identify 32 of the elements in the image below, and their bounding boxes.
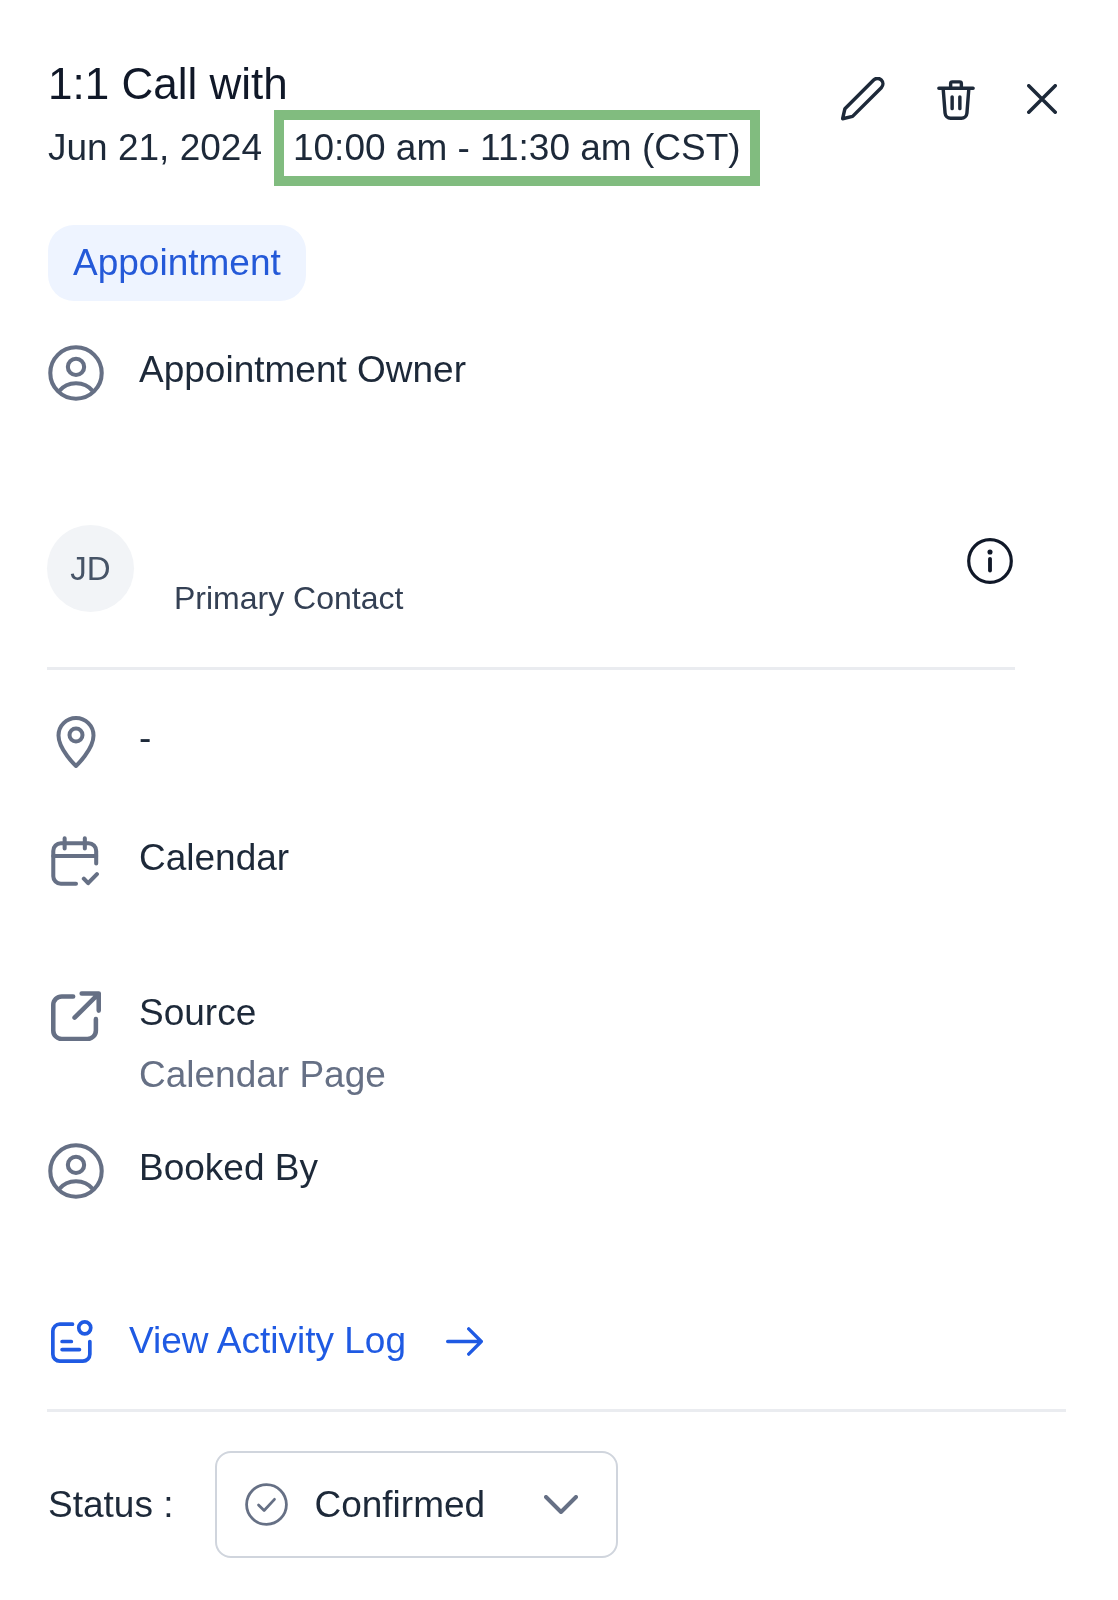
status-label: Status : xyxy=(48,1482,174,1527)
pencil-icon xyxy=(841,77,885,121)
detail-label: Calendar xyxy=(139,836,290,880)
event-date: Jun 21, 2024 xyxy=(48,126,262,170)
arrow-right-icon xyxy=(445,1326,483,1356)
notes-icon xyxy=(51,1319,94,1363)
avatar-initials: JD xyxy=(47,525,134,612)
detail-label: Booked By xyxy=(139,1146,318,1190)
close-button[interactable] xyxy=(1027,84,1057,114)
detail-label: Source xyxy=(139,991,257,1035)
calendar-check-icon xyxy=(50,836,102,886)
trash-icon xyxy=(937,78,975,120)
close-icon xyxy=(1027,84,1057,114)
map-pin-icon xyxy=(56,714,96,768)
activity-log-link[interactable]: View Activity Log xyxy=(51,1319,483,1363)
edit-button[interactable] xyxy=(841,77,885,121)
chevron-down-icon xyxy=(544,1495,579,1514)
check-circle-icon xyxy=(245,1483,289,1526)
time-range: 10:00 am - 11:30 am (CST) xyxy=(291,126,742,170)
delete-button[interactable] xyxy=(937,78,975,120)
external-link-icon xyxy=(51,991,101,1041)
type-tag: Appointment xyxy=(48,225,306,301)
info-icon xyxy=(967,538,1013,584)
event-title: 1:1 Call with xyxy=(48,60,289,108)
detail-label: - xyxy=(139,716,152,760)
info-button[interactable] xyxy=(967,538,1013,584)
user-circle-icon xyxy=(48,1143,104,1199)
contact-role: Primary Contact xyxy=(174,579,404,617)
status-dropdown[interactable]: Confirmed xyxy=(215,1451,619,1558)
owner-label: Appointment Owner xyxy=(139,348,466,392)
user-circle-icon xyxy=(48,345,104,401)
detail-value: Calendar Page xyxy=(139,1053,386,1097)
